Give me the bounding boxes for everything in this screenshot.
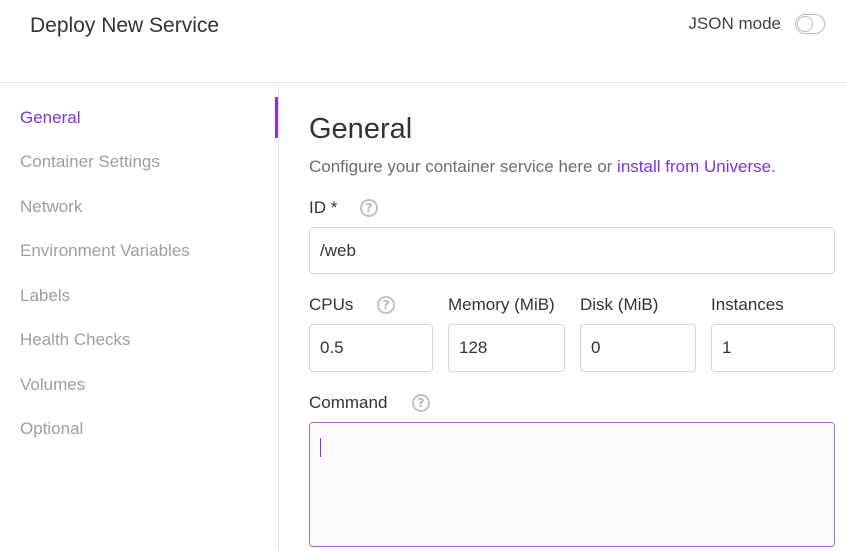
memory-input[interactable]: 128 <box>448 324 565 372</box>
id-label: ID * <box>309 198 338 217</box>
json-mode-control: JSON mode <box>688 12 825 36</box>
command-label: Command <box>309 393 388 412</box>
sidebar-item-general[interactable]: General <box>20 107 80 129</box>
memory-label: Memory (MiB) <box>448 295 555 314</box>
disk-label: Disk (MiB) <box>580 295 659 314</box>
sidebar-active-indicator <box>275 97 278 138</box>
section-description: Configure your container service here or… <box>309 156 776 178</box>
disk-input[interactable]: 0 <box>580 324 696 372</box>
json-mode-toggle[interactable] <box>795 14 825 34</box>
json-mode-label: JSON mode <box>688 14 781 33</box>
command-textarea[interactable] <box>309 422 835 547</box>
sidebar-item-volumes[interactable]: Volumes <box>20 374 85 396</box>
sidebar-item-health-checks[interactable]: Health Checks <box>20 329 131 351</box>
instances-input[interactable]: 1 <box>711 324 835 372</box>
command-help-icon[interactable]: ? <box>412 394 430 412</box>
sidebar-item-network[interactable]: Network <box>20 196 82 218</box>
cpus-help-icon[interactable]: ? <box>377 296 395 314</box>
install-from-universe-link[interactable]: install from Universe. <box>617 157 776 176</box>
toggle-knob <box>797 16 813 32</box>
page-header: Deploy New Service JSON mode <box>0 0 845 83</box>
description-text: Configure your container service here or <box>309 157 618 176</box>
page-title: Deploy New Service <box>30 14 220 37</box>
cpus-label: CPUs <box>309 295 354 314</box>
id-input[interactable]: /web <box>309 227 835 274</box>
section-title: General <box>309 113 413 145</box>
sidebar-item-container-settings[interactable]: Container Settings <box>20 151 160 173</box>
instances-label: Instances <box>711 295 784 314</box>
sidebar-item-optional[interactable]: Optional <box>20 418 83 440</box>
sidebar-item-labels[interactable]: Labels <box>20 285 70 307</box>
main-content: General Configure your container service… <box>279 83 845 551</box>
sidebar-nav: General Container Settings Network Envir… <box>0 83 279 551</box>
text-caret <box>320 438 321 457</box>
cpus-input[interactable]: 0.5 <box>309 324 433 372</box>
sidebar-item-environment-variables[interactable]: Environment Variables <box>20 240 190 262</box>
id-help-icon[interactable]: ? <box>360 199 378 217</box>
